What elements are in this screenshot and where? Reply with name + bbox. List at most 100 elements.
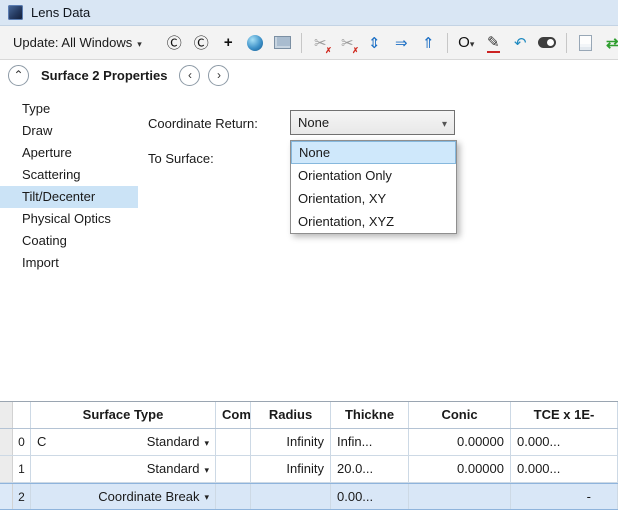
chevron-down-icon (204, 456, 209, 482)
undo-icon[interactable]: ↶ (509, 31, 532, 54)
sidebar-item-type[interactable]: Type (0, 98, 138, 120)
column-header-comment[interactable]: Com (216, 402, 251, 428)
comment-cell[interactable] (216, 456, 251, 482)
thickness-cell[interactable]: 0.00... (331, 484, 409, 509)
radius-cell[interactable] (251, 484, 331, 509)
chevron-down-icon (204, 484, 209, 509)
surface-type-cell[interactable]: CStandard (31, 429, 216, 455)
dropdown-option-none[interactable]: None (291, 141, 456, 164)
window-title: Lens Data (31, 5, 90, 20)
toggle-icon (538, 37, 556, 48)
properties-header: ⌃ Surface 2 Properties ‹ › (0, 60, 618, 90)
radius-cell[interactable]: Infinity (251, 429, 331, 455)
next-surface-button[interactable]: › (208, 65, 229, 86)
properties-content: Coordinate Return: None To Surface: None… (138, 90, 618, 401)
surface-type-cell[interactable]: Standard (31, 456, 216, 482)
cut-icon[interactable]: ✂✗ (309, 31, 332, 54)
thickness-cell[interactable]: 20.0... (331, 456, 409, 482)
image-icon (274, 36, 291, 49)
table-header-row: Surface TypeComRadiusThickneConicTCE x 1… (0, 402, 618, 429)
chevron-down-icon (442, 115, 447, 130)
delete-surface-icon: ⇑ (422, 34, 435, 52)
column-header-radius[interactable]: Radius (251, 402, 331, 428)
sidebar-item-aperture[interactable]: Aperture (0, 142, 138, 164)
thickness-cell[interactable]: Infin... (331, 429, 409, 455)
sidebar-item-draw[interactable]: Draw (0, 120, 138, 142)
row-gutter (0, 456, 13, 482)
conic-cell[interactable] (409, 484, 511, 509)
conic-cell[interactable]: 0.00000 (409, 429, 511, 455)
comment-cell[interactable] (216, 484, 251, 509)
comment-cell[interactable] (216, 429, 251, 455)
column-header-surface_type[interactable]: Surface Type (31, 402, 216, 428)
tce-cell[interactable]: - (511, 484, 618, 509)
surface-type-value: Standard (37, 456, 204, 482)
lens-data-window: Lens Data Update: All Windows ⒸⒸ+✂✗✂✗⇕⇒⇑… (0, 0, 618, 510)
crosshair-icon[interactable]: + (217, 31, 240, 54)
red-x-badge-icon: ✗ (325, 46, 332, 55)
insert-surface-icon[interactable]: ⇕ (363, 31, 386, 54)
circle-c-icon: Ⓒ (167, 32, 182, 53)
row-gutter (0, 484, 13, 509)
sync-icon[interactable]: ⇄ (601, 31, 618, 54)
surface-type-cell[interactable]: Coordinate Break (31, 484, 216, 509)
surface-label: C (37, 429, 46, 455)
conic-cell[interactable]: 0.00000 (409, 456, 511, 482)
coordinate-return-label: Coordinate Return: (148, 116, 258, 131)
tce-cell[interactable]: 0.000... (511, 429, 618, 455)
update-all-windows-dropdown[interactable]: Update: All Windows (6, 32, 149, 53)
update-dropdown-label: Update: All Windows (13, 35, 132, 50)
toggle-icon[interactable] (536, 31, 559, 54)
coordinate-return-dropdown-list: NoneOrientation OnlyOrientation, XYOrien… (290, 140, 457, 234)
sidebar-item-physical-optics[interactable]: Physical Optics (0, 208, 138, 230)
sidebar-item-scattering[interactable]: Scattering (0, 164, 138, 186)
coordinate-return-combobox[interactable]: None (290, 110, 455, 135)
prev-surface-button[interactable]: ‹ (179, 65, 200, 86)
document-icon[interactable] (574, 31, 597, 54)
row-number[interactable]: 2 (13, 484, 31, 509)
lens-data-table: Surface TypeComRadiusThickneConicTCE x 1… (0, 401, 618, 510)
column-header-thickness[interactable]: Thickne (331, 402, 409, 428)
sidebar-item-import[interactable]: Import (0, 252, 138, 274)
column-header-tce[interactable]: TCE x 1E- (511, 402, 618, 428)
toolbar-icons: ⒸⒸ+✂✗✂✗⇕⇒⇑O✎↶⇄ (163, 31, 618, 54)
circle-c-icon[interactable]: Ⓒ (163, 31, 186, 54)
sidebar-item-coating[interactable]: Coating (0, 230, 138, 252)
tce-cell[interactable]: 0.000... (511, 456, 618, 482)
dropdown-option-orientation-xyz[interactable]: Orientation, XYZ (291, 210, 456, 233)
to-surface-label: To Surface: (148, 151, 214, 166)
row-number[interactable]: 0 (13, 429, 31, 455)
table-row: 1Standard Infinity20.0...0.000000.000... (0, 456, 618, 483)
lens-data-icon (8, 5, 23, 20)
surface-type-value: Standard (46, 429, 204, 455)
toolbar: Update: All Windows ⒸⒸ+✂✗✂✗⇕⇒⇑O✎↶⇄ (0, 26, 618, 60)
properties-body: TypeDrawApertureScatteringTilt/DecenterP… (0, 90, 618, 401)
globe-icon[interactable] (244, 31, 267, 54)
image-icon[interactable] (271, 31, 294, 54)
table-row: 0CStandard InfinityInfin...0.000000.000..… (0, 429, 618, 456)
chevron-down-icon (470, 34, 475, 51)
sidebar-item-tilt-decenter[interactable]: Tilt/Decenter (0, 186, 138, 208)
surface-type-value: Coordinate Break (37, 484, 204, 509)
cut-alt-icon[interactable]: ✂✗ (336, 31, 359, 54)
title-bar: Lens Data (0, 0, 618, 26)
draw-edit-icon: ✎ (487, 33, 500, 53)
dropdown-option-orientation-only[interactable]: Orientation Only (291, 164, 456, 187)
toolbar-separator (301, 33, 302, 53)
delete-surface-icon[interactable]: ⇑ (417, 31, 440, 54)
undo-icon: ↶ (514, 34, 527, 52)
crosshair-icon: + (224, 34, 233, 51)
draw-edit-icon[interactable]: ✎ (482, 31, 505, 54)
collapse-properties-button[interactable]: ⌃ (8, 65, 29, 86)
column-header-conic[interactable]: Conic (409, 402, 511, 428)
insert-after-icon[interactable]: ⇒ (390, 31, 413, 54)
dropdown-option-orientation-xy[interactable]: Orientation, XY (291, 187, 456, 210)
row-number[interactable]: 1 (13, 456, 31, 482)
insert-after-icon: ⇒ (395, 34, 408, 52)
circle-c-alt-icon[interactable]: Ⓒ (190, 31, 213, 54)
radius-cell[interactable]: Infinity (251, 456, 331, 482)
table-row: 2Coordinate Break 0.00... - (0, 483, 618, 510)
aperture-type-icon[interactable]: O (455, 31, 478, 54)
row-gutter (0, 402, 13, 428)
globe-icon (247, 35, 263, 51)
